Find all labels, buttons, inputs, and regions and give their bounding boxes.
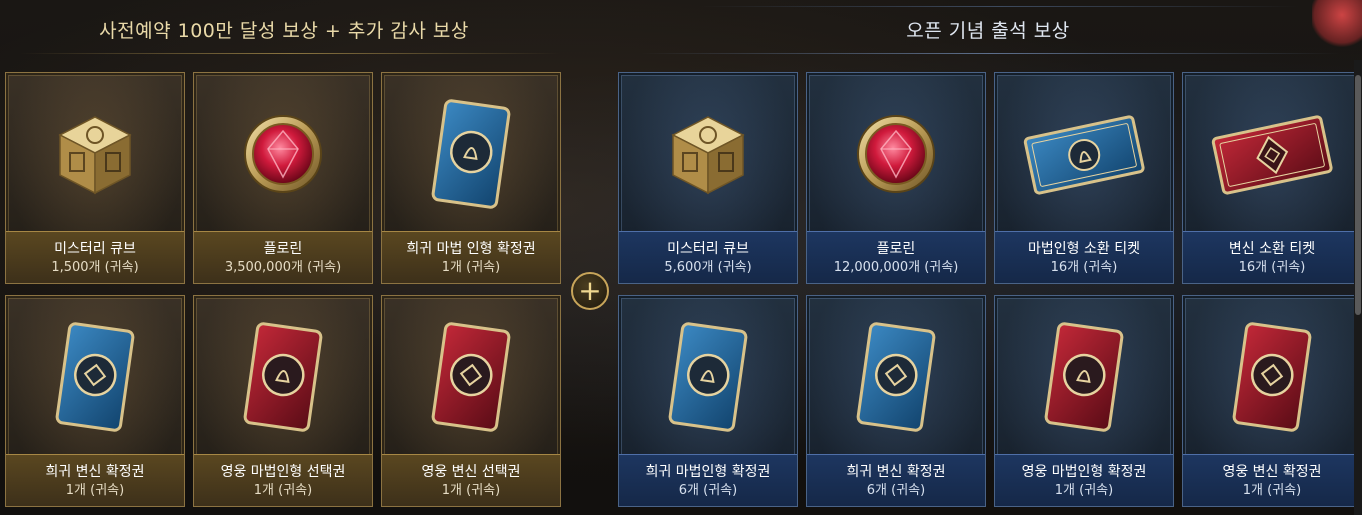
card-quantity: 16개 (귀속) — [1238, 259, 1306, 275]
blue-ticket-icon — [995, 73, 1173, 235]
card-name: 희귀 변신 확정권 — [45, 463, 145, 480]
card-quantity: 6개 (귀속) — [678, 482, 738, 498]
card-quantity: 1개 (귀속) — [441, 259, 501, 275]
card-quantity: 6개 (귀속) — [866, 482, 926, 498]
reward-card-hero-doll-select: 영웅 마법인형 선택권 1개 (귀속) — [193, 295, 373, 507]
reward-card-hero-doll-confirm: 영웅 마법인형 확정권 1개 (귀속) — [994, 295, 1174, 507]
card-quantity: 5,600개 (귀속) — [664, 259, 752, 275]
card-quantity: 1개 (귀속) — [441, 482, 501, 498]
card-name: 영웅 변신 확정권 — [1222, 463, 1322, 480]
red-card-icon — [382, 296, 560, 458]
blue-card-icon — [382, 73, 560, 235]
card-quantity: 1개 (귀속) — [253, 482, 313, 498]
card-quantity: 1개 (귀속) — [1054, 482, 1114, 498]
card-name: 플로린 — [263, 240, 303, 257]
reward-card-mystery-cube: 미스터리 큐브 1,500개 (귀속) — [5, 72, 185, 284]
reward-card-hero-transform-select: 영웅 변신 선택권 1개 (귀속) — [381, 295, 561, 507]
card-name: 미스터리 큐브 — [667, 240, 749, 257]
reward-card-doll-summon-ticket: 마법인형 소환 티켓 16개 (귀속) — [994, 72, 1174, 284]
reward-card-hero-transform-confirm: 영웅 변신 확정권 1개 (귀속) — [1182, 295, 1362, 507]
card-name: 영웅 마법인형 선택권 — [220, 463, 346, 480]
card-name: 영웅 마법인형 확정권 — [1021, 463, 1147, 480]
plus-icon: + — [571, 272, 609, 310]
cube-icon — [619, 73, 797, 235]
red-card-icon — [995, 296, 1173, 458]
reward-card-florin: 플로린 12,000,000개 (귀속) — [806, 72, 986, 284]
scrollbar-thumb[interactable] — [1355, 75, 1361, 315]
red-card-icon — [1183, 296, 1361, 458]
reward-card-florin: 플로린 3,500,000개 (귀속) — [193, 72, 373, 284]
card-quantity: 16개 (귀속) — [1050, 259, 1118, 275]
left-title-divider — [20, 53, 560, 54]
florin-coin-icon — [807, 73, 985, 235]
blue-card-icon — [807, 296, 985, 458]
card-name: 플로린 — [876, 240, 916, 257]
reward-card-rare-doll-confirm: 희귀 마법 인형 확정권 1개 (귀속) — [381, 72, 561, 284]
red-card-icon — [194, 296, 372, 458]
card-quantity: 1개 (귀속) — [1242, 482, 1302, 498]
right-section-title: 오픈 기념 출석 보상 — [906, 19, 1070, 42]
card-name: 희귀 마법 인형 확정권 — [406, 240, 536, 257]
card-quantity: 12,000,000개 (귀속) — [833, 259, 959, 275]
card-name: 희귀 변신 확정권 — [846, 463, 946, 480]
blue-card-icon — [619, 296, 797, 458]
card-name: 변신 소환 티켓 — [1228, 240, 1316, 257]
florin-coin-icon — [194, 73, 372, 235]
blue-card-icon — [6, 296, 184, 458]
card-name: 희귀 마법인형 확정권 — [645, 463, 771, 480]
card-name: 미스터리 큐브 — [54, 240, 136, 257]
red-ticket-icon — [1183, 73, 1361, 235]
card-name: 마법인형 소환 티켓 — [1028, 240, 1140, 257]
reward-card-rare-transform-confirm: 희귀 변신 확정권 1개 (귀속) — [5, 295, 185, 507]
reward-card-mystery-cube: 미스터리 큐브 5,600개 (귀속) — [618, 72, 798, 284]
corner-decoration — [1312, 0, 1362, 50]
card-quantity: 3,500,000개 (귀속) — [224, 259, 342, 275]
card-quantity: 1개 (귀속) — [65, 482, 125, 498]
card-quantity: 1,500개 (귀속) — [51, 259, 139, 275]
reward-card-transform-summon-ticket: 변신 소환 티켓 16개 (귀속) — [1182, 72, 1362, 284]
card-name: 영웅 변신 선택권 — [421, 463, 521, 480]
left-section-title: 사전예약 100만 달성 보상 + 추가 감사 보상 — [99, 19, 469, 42]
cube-icon — [6, 73, 184, 235]
reward-card-rare-transform-confirm: 희귀 변신 확정권 6개 (귀속) — [806, 295, 986, 507]
right-title-divider — [640, 53, 1340, 54]
reward-card-rare-doll-confirm: 희귀 마법인형 확정권 6개 (귀속) — [618, 295, 798, 507]
